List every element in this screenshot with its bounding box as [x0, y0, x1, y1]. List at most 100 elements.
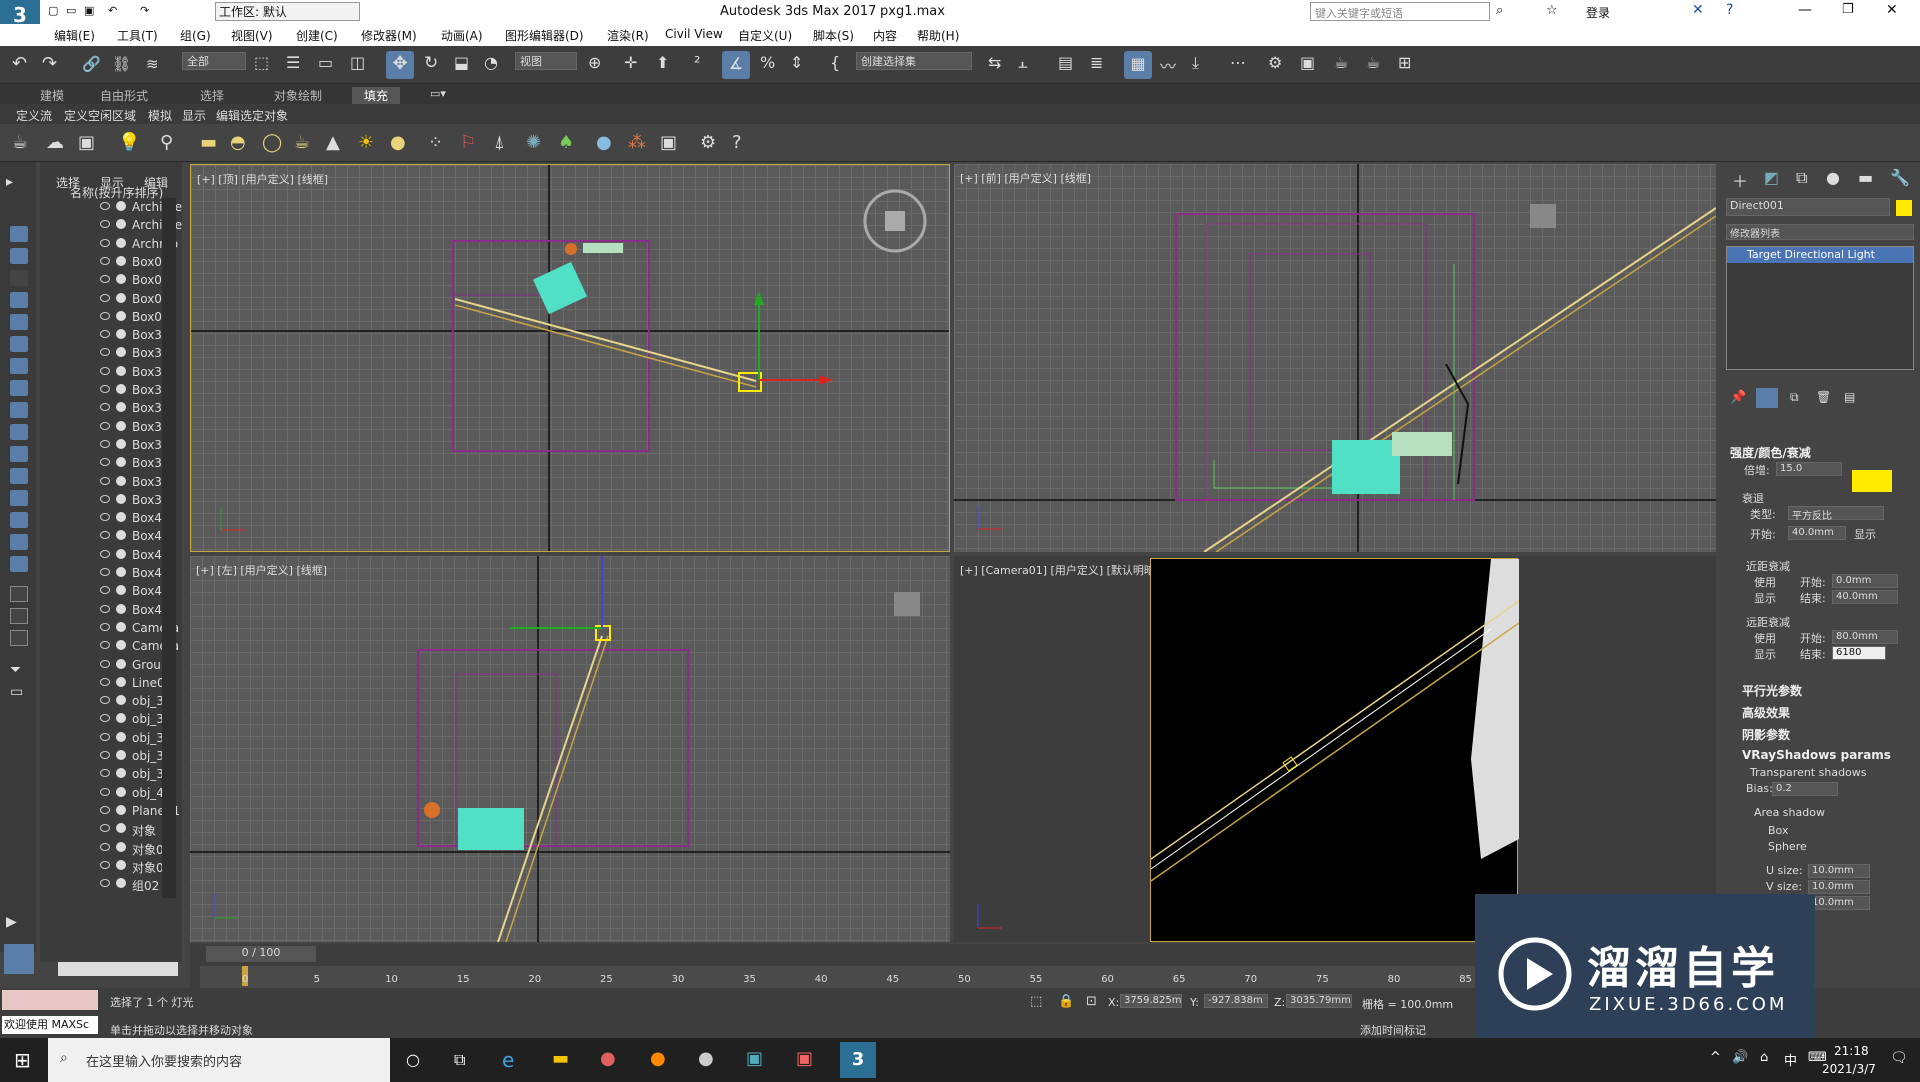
clock-time[interactable]: 21:18 — [1834, 1044, 1869, 1058]
freeze-dot-icon[interactable] — [116, 475, 126, 486]
wsize-field[interactable]: 10.0mm — [1808, 896, 1870, 910]
tray-chevron-icon[interactable]: ^ — [1710, 1050, 1721, 1065]
teapot-create-icon[interactable]: ☕ — [294, 132, 310, 153]
make-unique-icon[interactable]: ⧉ — [1790, 390, 1799, 405]
reference-coord-dropdown[interactable]: 视图 — [515, 52, 577, 70]
visibility-eye-icon[interactable] — [100, 220, 110, 229]
rectangular-selection-icon[interactable]: ▭ — [318, 53, 333, 72]
freeze-dot-icon[interactable] — [116, 347, 126, 358]
filter-cameras-icon[interactable] — [10, 292, 28, 308]
utilities-tab-icon[interactable]: 🔧 — [1890, 168, 1910, 187]
filter-helpers-icon[interactable] — [10, 314, 28, 330]
app-icon-4[interactable]: ▣ — [796, 1048, 813, 1069]
filter-funnel-icon[interactable]: ⏷ — [10, 662, 21, 678]
freeze-dot-icon[interactable] — [116, 878, 126, 889]
far-use-checkbox[interactable]: 使用 — [1754, 630, 1776, 646]
render-production-icon[interactable]: ☕ — [1334, 53, 1348, 72]
menu-help[interactable]: 帮助(H) — [917, 27, 959, 44]
filter-xrefs-icon[interactable] — [10, 380, 28, 396]
freeze-dot-icon[interactable] — [116, 548, 126, 559]
lock-icon[interactable]: 🔒 — [1058, 994, 1074, 1009]
sphere-icon[interactable]: ◯ — [262, 132, 282, 153]
select-by-name-icon[interactable]: ☰ — [286, 53, 300, 72]
play-icon[interactable]: ▶ — [6, 914, 17, 930]
visibility-eye-icon[interactable] — [100, 860, 110, 869]
display[interactable]: 显示 — [182, 107, 206, 124]
freeze-dot-icon[interactable] — [116, 201, 126, 211]
schematic-view-icon[interactable]: ⤓ — [1192, 53, 1199, 73]
far-start-field[interactable]: 80.0mm — [1832, 630, 1898, 644]
helper-icon[interactable]: ⍋ — [494, 132, 505, 153]
sort-icon[interactable] — [10, 608, 28, 624]
add-time-tag[interactable]: 添加时间标记 — [1360, 1022, 1426, 1038]
volume-icon[interactable]: 🔊 — [1732, 1050, 1748, 1065]
star-icon[interactable]: ☆ — [1546, 3, 1558, 18]
tab-selection[interactable]: 选择 — [200, 87, 224, 104]
decay-show-label[interactable]: 显示 — [1854, 526, 1876, 542]
visibility-eye-icon[interactable] — [100, 549, 110, 558]
light-color-swatch[interactable] — [1852, 470, 1892, 492]
freeze-dot-icon[interactable] — [116, 658, 126, 669]
ribbon-options-icon[interactable]: ▭▾ — [430, 87, 446, 100]
filter-containers-icon[interactable] — [10, 424, 28, 440]
freeze-dot-icon[interactable] — [116, 512, 126, 523]
viewport-layout-icon[interactable] — [4, 944, 34, 974]
mirror-icon[interactable]: ⇆ — [988, 53, 1001, 72]
columns-icon[interactable] — [10, 630, 28, 646]
tab-object-paint[interactable]: 对象绘制 — [274, 87, 322, 104]
menu-views[interactable]: 视图(V) — [231, 27, 273, 44]
app-icon-3[interactable]: ▣ — [746, 1048, 763, 1069]
rotate-icon[interactable]: ↻ — [424, 53, 438, 73]
move-gizmo-icon[interactable]: ✛ — [624, 53, 637, 72]
scene-scrollbar[interactable] — [162, 198, 176, 898]
freeze-dot-icon[interactable] — [116, 219, 126, 230]
menu-animation[interactable]: 动画(A) — [441, 27, 483, 44]
filter-shapes-icon[interactable] — [10, 248, 28, 264]
freeze-dot-icon[interactable] — [116, 750, 126, 760]
explorer-icon[interactable]: ▬ — [552, 1048, 569, 1069]
area-shadow-checkbox[interactable]: Area shadow — [1754, 806, 1825, 819]
menu-group[interactable]: 组(G) — [180, 27, 211, 44]
freeze-dot-icon[interactable] — [116, 438, 126, 449]
visibility-eye-icon[interactable] — [100, 842, 110, 851]
3dsmax-taskbar-icon[interactable]: 3 — [840, 1042, 876, 1078]
render-online-icon[interactable]: ⊞ — [1398, 53, 1411, 72]
visibility-eye-icon[interactable] — [100, 202, 110, 210]
multi-material-icon[interactable]: ⁂ — [628, 132, 646, 153]
layer-icon[interactable]: ▭ — [10, 684, 23, 700]
viewport-top[interactable]: [+] [顶] [用户定义] [线框] — [190, 164, 950, 552]
edit-selected[interactable]: 编辑选定对象 — [216, 107, 288, 124]
visibility-eye-icon[interactable] — [100, 604, 110, 613]
menu-civil-view[interactable]: Civil View — [665, 27, 723, 41]
modifier-list-dropdown[interactable]: 修改器列表 — [1726, 224, 1914, 240]
maxscript-listener[interactable] — [2, 990, 98, 1010]
freeze-dot-icon[interactable] — [116, 676, 126, 687]
workspace-dropdown[interactable]: 工作区: 默认 — [215, 2, 360, 21]
notification-icon[interactable]: 🗨 — [1890, 1050, 1908, 1066]
viewport-camera-label[interactable]: [+] [Camera01] [用户定义] [默认明暗处理] — [960, 562, 1181, 578]
freeze-dot-icon[interactable] — [116, 420, 126, 431]
material-editor-icon[interactable]: ⋯ — [1230, 53, 1246, 72]
freeze-dot-icon[interactable] — [116, 457, 126, 468]
usize-field[interactable]: 10.0mm — [1808, 864, 1870, 878]
section-parallel[interactable]: 平行光参数 — [1742, 682, 1802, 699]
menu-graph-editors[interactable]: 图形编辑器(D) — [505, 27, 584, 44]
filter-none-icon[interactable] — [10, 512, 28, 528]
visibility-eye-icon[interactable] — [100, 586, 110, 595]
clock-date[interactable]: 2021/3/7 — [1822, 1062, 1876, 1076]
select-and-move-icon[interactable]: ✥ — [386, 51, 414, 79]
tab-populate[interactable]: 填充 — [352, 87, 401, 104]
visibility-eye-icon[interactable] — [100, 494, 110, 503]
cloud-icon[interactable]: ☁ — [46, 132, 64, 153]
redo-button-icon[interactable]: ↷ — [42, 53, 57, 74]
freeze-dot-icon[interactable] — [116, 292, 126, 303]
close-x-icon[interactable]: ✕ — [1692, 2, 1704, 18]
save-icon[interactable]: ▣ — [84, 4, 94, 17]
sphere-radio[interactable]: Sphere — [1768, 840, 1807, 853]
render-iterative-icon[interactable]: ☕ — [1366, 53, 1380, 72]
undo-button-icon[interactable]: ↶ — [12, 53, 27, 74]
new-file-icon[interactable]: ▢ — [48, 4, 58, 17]
visibility-eye-icon[interactable] — [100, 421, 110, 430]
visibility-eye-icon[interactable] — [100, 513, 110, 522]
minimize-icon[interactable]: — — [1798, 2, 1812, 18]
